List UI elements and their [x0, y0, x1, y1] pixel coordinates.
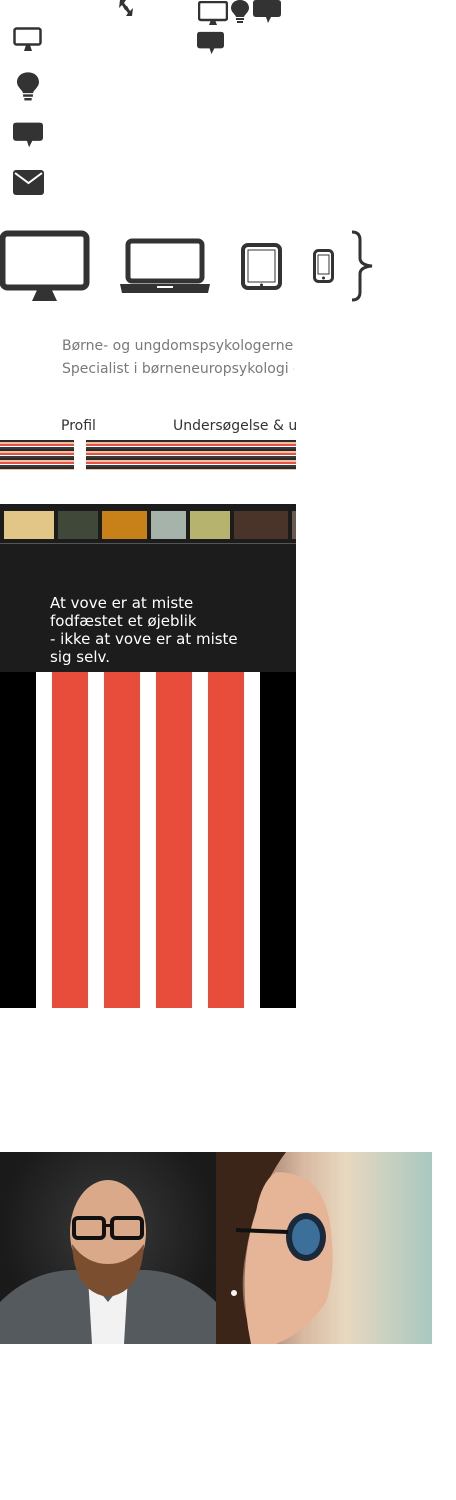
lightbulb-icon	[17, 72, 39, 102]
desktop-icon	[13, 27, 43, 52]
nav-item-profil[interactable]: Profil	[61, 418, 121, 436]
red-bar	[208, 672, 244, 1008]
quote-text: At vove er at miste fodfæstet et øjeblik…	[50, 594, 238, 666]
color-swatch	[4, 511, 54, 539]
smartphone-icon	[313, 249, 334, 283]
lightbulb-icon	[231, 0, 249, 24]
quote-panel: At vove er at miste fodfæstet et øjeblik…	[0, 546, 296, 672]
curly-brace-icon	[348, 230, 378, 302]
chat-bubble-icon	[13, 122, 43, 149]
red-bar	[52, 672, 88, 1008]
color-palette	[0, 504, 296, 546]
color-swatch	[190, 511, 230, 539]
red-bar	[156, 672, 192, 1008]
color-swatch	[58, 511, 98, 539]
tablet-icon	[241, 243, 282, 290]
laptop-icon	[120, 238, 210, 294]
color-swatch	[292, 511, 296, 539]
color-swatch	[151, 511, 186, 539]
tagline-line-1: Børne- og ungdomspsykologerne	[62, 338, 294, 354]
tagline-line-2: Specialist i børneneuropsykologi og	[62, 361, 294, 377]
envelope-icon	[13, 170, 44, 195]
stripes-panel	[0, 672, 296, 1008]
desktop-icon	[198, 1, 228, 26]
nav-stripe-bar-left	[0, 440, 74, 470]
nav-item-undersoegelse[interactable]: Undersøgelse & udr	[173, 418, 296, 436]
red-bar	[104, 672, 140, 1008]
chat-bubble-icon	[197, 31, 224, 56]
color-swatch	[234, 511, 288, 539]
expand-arrows-icon	[116, 0, 134, 16]
photo-man	[0, 1152, 216, 1344]
nav-stripe-bar-right	[86, 440, 296, 470]
desktop-monitor-icon	[0, 230, 90, 302]
photo-woman	[216, 1152, 432, 1344]
chat-bubble-icon	[253, 0, 281, 24]
color-swatch	[102, 511, 147, 539]
